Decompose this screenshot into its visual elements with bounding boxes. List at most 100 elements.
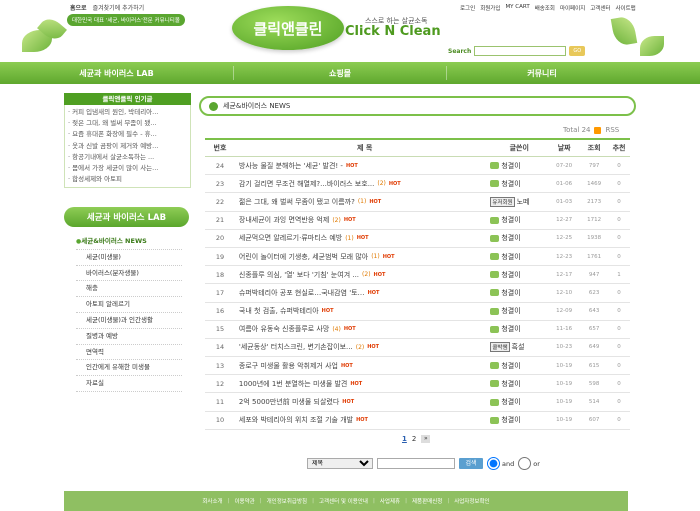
writer-name[interactable]: 청결이 [501,161,520,171]
table-row[interactable]: 11 2억 5000만년前 미생물 되살렸다 HOT 청결이 10-19 514 0 [205,393,630,412]
popular-item[interactable]: · 합성세제와 아토피 [68,174,187,185]
row-title-text[interactable]: 방사능 물질 분해하는 '세균' 발견! - [239,161,343,171]
table-row[interactable]: 14 '세균동상' 터치스크린, 변기손잡이보... (2) HOT 쿨박쌤 흑설 10-2… [205,339,630,358]
writer-name[interactable]: 청결이 [501,379,520,389]
lab-menu-item[interactable]: 세균(미생물)과 인간생활 [76,313,182,329]
row-title-text[interactable]: 감기 걸리면 무조건 해열제?...바이러스 보호... [239,179,374,189]
lab-menu-item[interactable]: 면역력 [76,345,182,361]
table-row[interactable]: 19 어린이 놀이터에 기생충, 세균범벅 모래 많아 (1) HOT 청결이 12-23… [205,248,630,267]
table-row[interactable]: 13 종로구 미생물 활용 악취제거 사업 HOT 청결이 10-19 615 0 [205,357,630,376]
row-title-text[interactable]: 세균먹으면 알레르기·류마티스 예방 [239,233,342,243]
cart-link[interactable]: MY CART [505,4,529,12]
row-writer[interactable]: 청결이 [490,415,548,425]
table-row[interactable]: 22 젊은 그대, 왜 벌써 무좀이 됐고 이름까? (1) HOT 유저회원 노떼 01-… [205,193,630,212]
lab-menu-item[interactable]: 해충 [76,281,182,298]
row-writer[interactable]: 청결이 [490,324,548,334]
join-link[interactable]: 회원가입 [480,4,500,12]
footer-link[interactable]: 사업제휴 [380,497,400,505]
row-title-text[interactable]: 2억 5000만년前 미생물 되살렸다 [239,397,339,407]
sitemap-link[interactable]: 사이트맵 [616,4,636,12]
popular-item[interactable]: · 몸에서 가장 세균이 많이 사는... [68,163,187,174]
row-writer[interactable]: 청결이 [490,397,548,407]
writer-name[interactable]: 노떼 [517,197,530,207]
writer-name[interactable]: 청결이 [501,252,520,262]
table-row[interactable]: 10 세포와 박테리아의 위치 조절 기술 개발 HOT 청결이 10-19 607 0 [205,412,630,430]
footer-link[interactable]: 개인정보취급방침 [267,497,307,505]
table-row[interactable]: 20 세균먹으면 알레르기·류마티스 예방 (1) HOT 청결이 12-25 1938 0 [205,230,630,248]
row-writer[interactable]: 청결이 [490,270,548,280]
writer-name[interactable]: 청결이 [501,361,520,371]
nav-community[interactable]: 커뮤니티 [447,62,637,84]
footer-link[interactable]: 고객센터 및 이용안내 [319,497,368,505]
lab-menu-item[interactable]: 질병과 예방 [76,329,182,345]
row-title[interactable]: 감기 걸리면 무조건 해열제?...바이러스 보호... (2) HOT [235,179,490,189]
row-writer[interactable]: 청결이 [490,379,548,389]
popular-item[interactable]: · 옷과 신발 곰팡이 제거와 예방... [68,141,187,152]
row-title[interactable]: '세균동상' 터치스크린, 변기손잡이보... (2) HOT [235,342,490,352]
popular-item[interactable]: · 요즘 휴대폰 화장에 필수 - 휴... [68,129,187,140]
and-option[interactable]: and [487,457,514,470]
lab-menu-item-news[interactable]: 세균&바이러스 NEWS [76,234,182,250]
table-row[interactable]: 23 감기 걸리면 무조건 해열제?...바이러스 보호... (2) HOT 청결이 0… [205,175,630,194]
table-row[interactable]: 15 여름아 유동숙 신종플루로 사망 (4) HOT 청결이 11-16 657 0 [205,321,630,339]
table-row[interactable]: 17 슈퍼박테리아 공포 현실로…국내감염 '토… HOT 청결이 12-10 623 0 [205,284,630,303]
row-title-text[interactable]: 슈퍼박테리아 공포 현실로…국내감염 '토… [239,288,365,298]
writer-name[interactable]: 청결이 [501,233,520,243]
row-writer[interactable]: 청결이 [490,252,548,262]
row-writer[interactable]: 청결이 [490,179,548,189]
row-title[interactable]: 젊은 그대, 왜 벌써 무좀이 됐고 이름까? (1) HOT [235,197,490,207]
board-search-button[interactable]: 검색 [459,458,483,469]
footer-link[interactable]: 이용약관 [234,497,254,505]
writer-name[interactable]: 흑설 [512,342,525,352]
row-title[interactable]: 슈퍼박테리아 공포 현실로…국내감염 '토… HOT [235,288,490,298]
footer-link[interactable]: 사업자정보확인 [454,497,489,505]
row-title[interactable]: 세균먹으면 알레르기·류마티스 예방 (1) HOT [235,233,490,243]
row-title[interactable]: 국내 첫 검출, 슈퍼박테리아 HOT [235,306,490,316]
lab-menu-item[interactable]: 세균(미생물) [76,250,182,266]
table-row[interactable]: 21 장내세균이 과잉 면역반응 억제 (2) HOT 청결이 12-27 1712 0 [205,212,630,230]
row-title-text[interactable]: 1000년에 1번 분열하는 미생물 발견 [239,379,347,389]
favorite-link[interactable]: 즐겨찾기에 추가하기 [93,3,145,12]
row-title[interactable]: 여름아 유동숙 신종플루로 사망 (4) HOT [235,324,490,334]
writer-name[interactable]: 청결이 [501,397,520,407]
writer-name[interactable]: 청결이 [501,215,520,225]
writer-name[interactable]: 청결이 [501,270,520,280]
or-radio[interactable] [518,457,532,470]
page-1[interactable]: 1 [402,435,407,443]
writer-name[interactable]: 청결이 [501,324,520,334]
rss-link[interactable]: RSS [605,126,619,134]
row-writer[interactable]: 청결이 [490,306,548,316]
row-title-text[interactable]: 세포와 박테리아의 위치 조절 기술 개발 [239,415,353,425]
popular-item[interactable]: · 젖은 그대, 왜 벌써 무좀이 됐... [68,118,187,129]
row-writer[interactable]: 청결이 [490,361,548,371]
lab-menu-item[interactable]: 자료실 [76,376,182,392]
and-radio[interactable] [487,457,500,470]
row-title-text[interactable]: 국내 첫 검출, 슈퍼박테리아 [239,306,319,316]
row-title[interactable]: 방사능 물질 분해하는 '세균' 발견! - HOT [235,161,490,171]
row-writer[interactable]: 청결이 [490,215,548,225]
row-title[interactable]: 1000년에 1번 분열하는 미생물 발견 HOT [235,379,490,389]
search-field-select[interactable]: 제목 [307,458,373,469]
row-title-text[interactable]: 여름아 유동숙 신종플루로 사망 [239,324,329,334]
lab-menu-item[interactable]: 인간에게 유해한 미생물 [76,360,182,377]
lab-menu-item[interactable]: 바이러스(분자생물) [76,266,182,282]
row-title-text[interactable]: 어린이 놀이터에 기생충, 세균범벅 모래 많아 [239,252,368,262]
or-option[interactable]: or [518,457,540,470]
row-title[interactable]: 장내세균이 과잉 면역반응 억제 (2) HOT [235,215,490,225]
next-page-button[interactable]: » [421,435,431,443]
footer-link[interactable]: 제품판매신청 [412,497,442,505]
table-row[interactable]: 12 1000년에 1번 분열하는 미생물 발견 HOT 청결이 10-19 598 0 [205,375,630,394]
writer-name[interactable]: 청결이 [501,179,520,189]
row-title[interactable]: 신종플루 의심, '열' 보다 '기침' 눈여겨 ... (2) HOT [235,270,490,280]
popular-item[interactable]: · 커피 입냄새의 원인, 박테리아... [68,107,187,118]
login-link[interactable]: 로그인 [460,4,475,12]
site-logo[interactable]: 클릭앤클린 [232,6,344,50]
popular-item[interactable]: · 항공기내에서 살균소독하는 ... [68,152,187,163]
row-title[interactable]: 종로구 미생물 활용 악취제거 사업 HOT [235,361,490,371]
row-writer[interactable]: 청결이 [490,233,548,243]
board-search-input[interactable] [377,458,455,469]
row-title-text[interactable]: 신종플루 의심, '열' 보다 '기침' 눈여겨 ... [239,270,359,280]
writer-name[interactable]: 청결이 [501,415,520,425]
row-title[interactable]: 어린이 놀이터에 기생충, 세균범벅 모래 많아 (1) HOT [235,252,490,262]
row-writer[interactable]: 유저회원 노떼 [490,196,548,207]
